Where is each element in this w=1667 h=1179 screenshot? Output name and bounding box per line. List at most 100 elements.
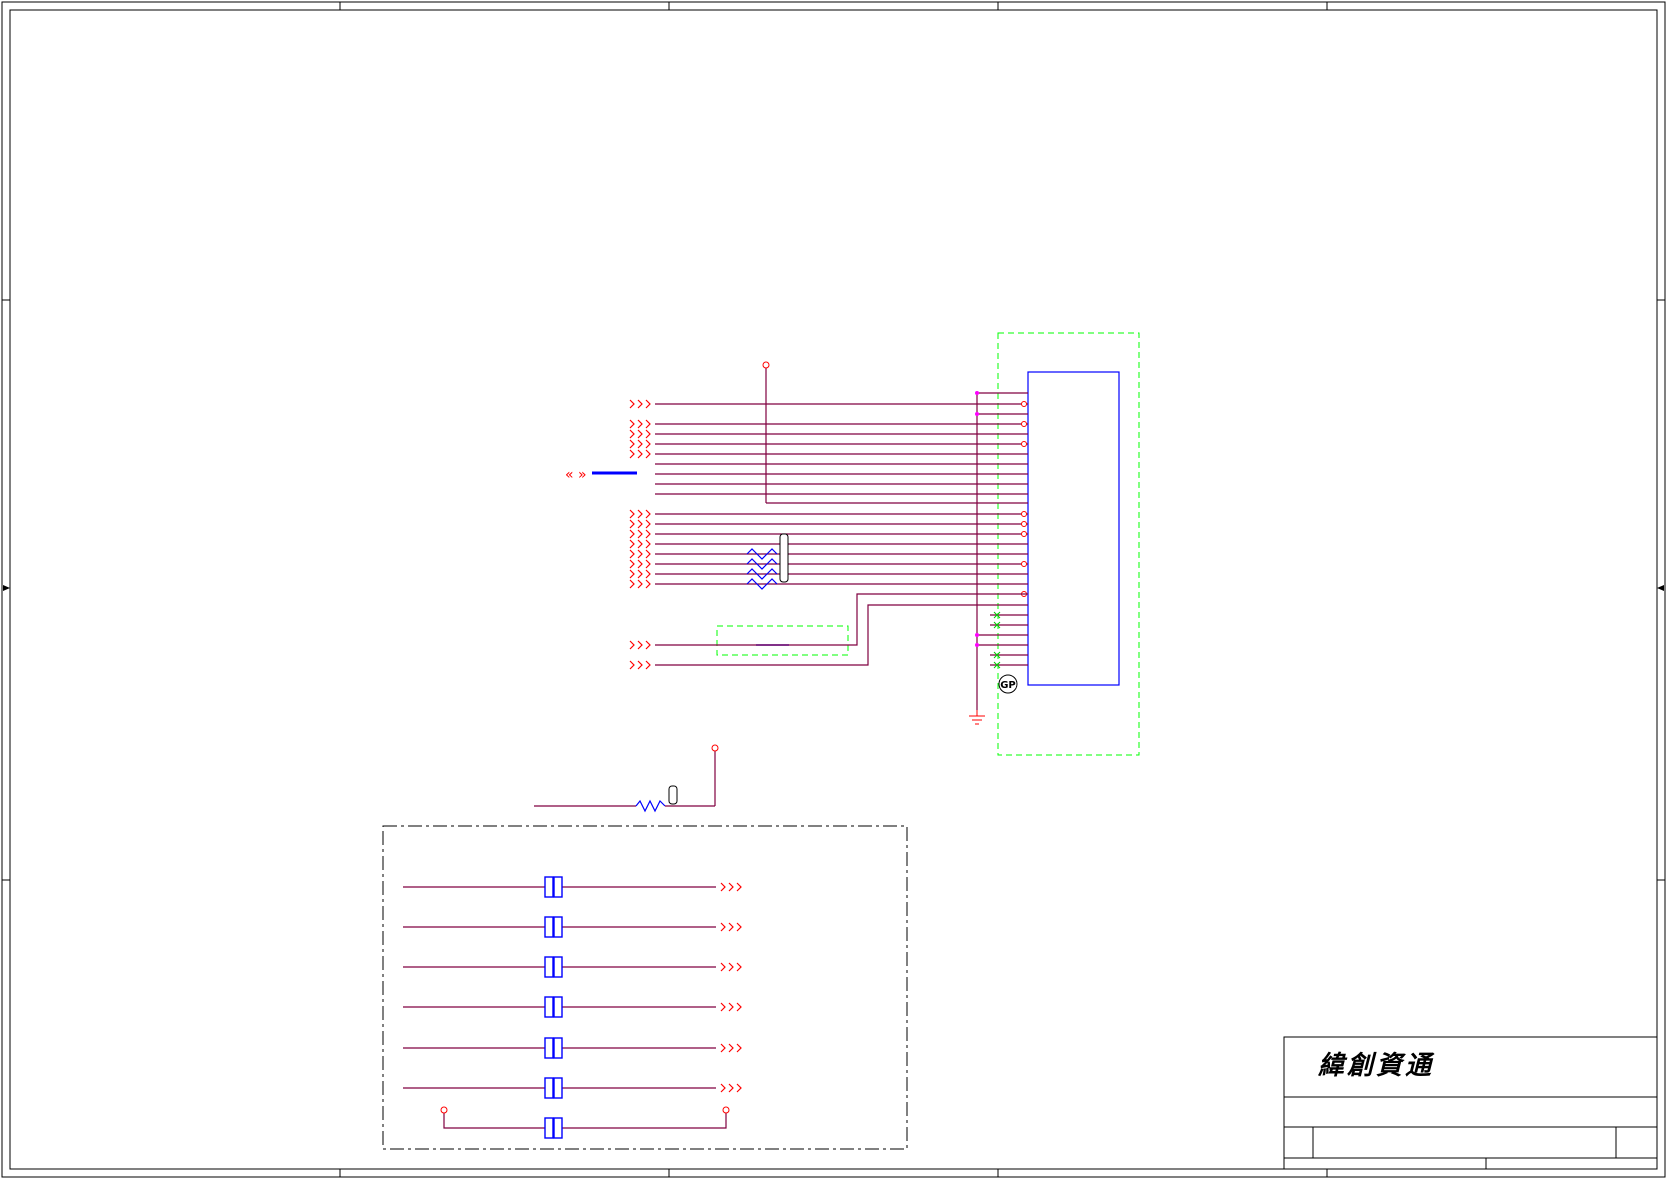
arrow-chevron: [637, 559, 643, 569]
schematic-sheet: « » GP 緯創資通: [1, 1, 1666, 1178]
net-arrow[interactable]: [720, 1083, 742, 1093]
arrow-chevron: [629, 419, 635, 429]
arrow-chevron: [736, 962, 742, 972]
capacitor[interactable]: [403, 1037, 742, 1059]
arrow-chevron: [645, 640, 651, 650]
arrow-chevron: [736, 1002, 742, 1012]
arrow-chevron: [637, 399, 643, 409]
arrow-chevron: [645, 429, 651, 439]
arrow-chevron: [728, 1043, 734, 1053]
arrow-chevron: [645, 419, 651, 429]
pin-marker: [1021, 401, 1027, 407]
net-arrow[interactable]: [629, 660, 651, 670]
arrow-chevron: [645, 539, 651, 549]
arrow-chevron: [629, 539, 635, 549]
arrow-chevron: [645, 569, 651, 579]
arrow-chevron: [629, 509, 635, 519]
net-arrow[interactable]: [629, 640, 651, 650]
net-arrow[interactable]: [629, 539, 651, 549]
capacitor[interactable]: [403, 1077, 742, 1099]
net-arrow[interactable]: [629, 419, 651, 429]
connector-pins: [993, 401, 1027, 669]
arrow-chevron: [728, 922, 734, 932]
arrow-chevron: [637, 509, 643, 519]
arrow-chevron: [720, 922, 726, 932]
arrow-chevron: [629, 439, 635, 449]
capacitor[interactable]: [440, 1106, 730, 1139]
cap-plate: [544, 996, 554, 1018]
arrow-chevron: [629, 549, 635, 559]
capacitor-array: [403, 876, 742, 1139]
cap-plate: [544, 1037, 554, 1059]
arrow-chevron: [720, 882, 726, 892]
net-arrow[interactable]: [629, 579, 651, 589]
arrow-chevron: [637, 419, 643, 429]
gp-label: GP: [1000, 680, 1016, 691]
arrow-chevron: [645, 549, 651, 559]
arrow-chevron: [637, 429, 643, 439]
capacitor[interactable]: [403, 956, 742, 978]
net-arrow[interactable]: [629, 529, 651, 539]
cap-plate: [553, 916, 563, 938]
arrow-chevron: [736, 1083, 742, 1093]
arrow-chevron: [637, 539, 643, 549]
arrow-chevron: [728, 962, 734, 972]
arrow-chevron: [629, 449, 635, 459]
net-arrow[interactable]: [720, 962, 742, 972]
net-arrow[interactable]: [629, 559, 651, 569]
arrow-chevron: [736, 882, 742, 892]
cap-plate: [544, 956, 554, 978]
capacitor[interactable]: [403, 996, 742, 1018]
net-arrow[interactable]: [720, 882, 742, 892]
arrow-chevron: [629, 399, 635, 409]
net-arrow[interactable]: [629, 569, 651, 579]
arrow-chevron: [637, 660, 643, 670]
net-arrow[interactable]: [629, 549, 651, 559]
power-pin-top[interactable]: [762, 361, 1028, 504]
arrow-chevron: [629, 569, 635, 579]
cap-plate: [544, 1077, 554, 1099]
net-arrow[interactable]: [720, 1043, 742, 1053]
connector-body[interactable]: [1027, 371, 1120, 686]
svg-text:»: »: [578, 467, 587, 483]
pin-marker: [1021, 421, 1027, 427]
arrow-chevron: [629, 529, 635, 539]
cap-plate: [553, 1117, 563, 1139]
net-arrow[interactable]: [629, 509, 651, 519]
net-arrow[interactable]: [629, 429, 651, 439]
arrow-chevron: [720, 1043, 726, 1053]
cap-plate: [553, 956, 563, 978]
net-arrow[interactable]: [629, 439, 651, 449]
pin-marker: [1021, 531, 1027, 537]
arrow-chevron: [736, 1043, 742, 1053]
net-arrow[interactable]: [629, 519, 651, 529]
cap-plate: [553, 996, 563, 1018]
series-resistor-array[interactable]: [746, 548, 778, 590]
svg-text:«: «: [565, 467, 574, 483]
power-pin[interactable]: [722, 1106, 730, 1114]
net-arrow[interactable]: [720, 1002, 742, 1012]
net-arrow[interactable]: [720, 922, 742, 932]
pin-marker: [1021, 561, 1027, 567]
arrow-chevron: [645, 399, 651, 409]
arrow-chevron: [645, 529, 651, 539]
arrow-chevron: [720, 1083, 726, 1093]
arrow-chevron: [629, 579, 635, 589]
capacitor[interactable]: [403, 876, 742, 898]
arrow-chevron: [637, 449, 643, 459]
arrow-chevron: [720, 962, 726, 972]
cap-plate: [544, 1117, 554, 1139]
arrow-chevron: [728, 882, 734, 892]
pin-marker: [1021, 521, 1027, 527]
capacitor[interactable]: [403, 916, 742, 938]
sheet-frame: [1, 1, 1666, 1178]
arrow-chevron: [645, 439, 651, 449]
net-arrow[interactable]: [629, 399, 651, 409]
pull-up-resistor[interactable]: [534, 744, 719, 813]
cap-lead-right: [562, 1112, 727, 1129]
power-pin[interactable]: [440, 1106, 448, 1114]
gp-marker: GP: [998, 674, 1018, 694]
bidirectional-net-port[interactable]: « »: [565, 467, 637, 483]
zone-center-markers: [3, 585, 1664, 591]
net-arrow[interactable]: [629, 449, 651, 459]
